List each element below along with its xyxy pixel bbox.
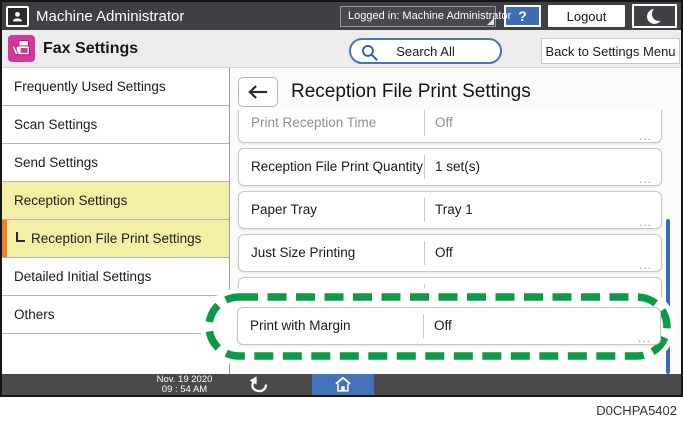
more-dots: ... bbox=[639, 131, 652, 141]
setting-row-paper-tray[interactable]: Paper Tray Tray 1 ... bbox=[238, 191, 662, 229]
user-icon-button[interactable] bbox=[6, 6, 29, 27]
row-divider bbox=[424, 155, 425, 179]
sidebar-item-others[interactable]: Others bbox=[2, 296, 229, 334]
dropdown-corner-icon bbox=[487, 18, 494, 25]
row-divider bbox=[424, 110, 425, 136]
search-all-button[interactable]: Search All bbox=[349, 38, 502, 64]
content-area: Frequently Used Settings Scan Settings S… bbox=[2, 68, 681, 374]
more-dots: ... bbox=[638, 333, 651, 343]
bottom-bar: Nov. 19 2020 09 : 54 AM bbox=[2, 374, 681, 395]
back-arrow-icon bbox=[247, 84, 269, 100]
setting-value: Off bbox=[435, 245, 453, 260]
row-divider bbox=[424, 241, 425, 265]
undo-arrow-icon bbox=[248, 376, 270, 394]
setting-value: 1 set(s) bbox=[435, 159, 480, 174]
search-icon bbox=[360, 43, 379, 62]
logout-button[interactable]: Logout bbox=[548, 5, 625, 27]
sidebar-item-detailed-initial-settings[interactable]: Detailed Initial Settings bbox=[2, 258, 229, 296]
setting-row-print-reception-time[interactable]: Print Reception Time Off ... bbox=[238, 110, 662, 143]
more-dots: ... bbox=[639, 260, 652, 270]
page-title: Reception File Print Settings bbox=[291, 81, 531, 103]
setting-value: Off bbox=[434, 318, 452, 333]
home-button[interactable] bbox=[312, 374, 374, 395]
sidebar-item-reception-settings[interactable]: Reception Settings bbox=[2, 182, 229, 220]
sidebar-item-reception-file-print-settings[interactable]: Reception File Print Settings bbox=[2, 220, 229, 258]
main-panel: Reception File Print Settings Print Rece… bbox=[230, 68, 681, 374]
sub-item-angle-icon bbox=[16, 232, 25, 242]
main-header: Reception File Print Settings bbox=[238, 77, 531, 107]
search-all-label: Search All bbox=[396, 44, 455, 59]
screenshot-page: Machine Administrator Logged in: Machine… bbox=[0, 0, 683, 427]
setting-label: Just Size Printing bbox=[251, 245, 355, 260]
setting-value: Off bbox=[435, 115, 453, 130]
back-navigation-button[interactable] bbox=[243, 374, 275, 395]
top-bar: Machine Administrator Logged in: Machine… bbox=[2, 2, 681, 30]
setting-row-just-size-printing[interactable]: Just Size Printing Off ... bbox=[238, 234, 662, 272]
back-button[interactable] bbox=[238, 77, 278, 107]
sidebar-sub-item-label: Reception File Print Settings bbox=[31, 231, 201, 246]
admin-user-label: Machine Administrator bbox=[36, 8, 184, 25]
row-divider bbox=[424, 198, 425, 222]
device-screen: Machine Administrator Logged in: Machine… bbox=[0, 0, 683, 397]
fax-settings-icon bbox=[8, 35, 35, 62]
person-icon bbox=[11, 10, 24, 23]
time-label: 09 : 54 AM bbox=[132, 385, 237, 395]
moon-icon bbox=[647, 9, 662, 24]
setting-label: Reception File Print Quantity bbox=[251, 159, 423, 174]
setting-row-print-with-margin[interactable]: Print with Margin Off ... bbox=[237, 307, 661, 345]
sidebar-item-frequently-used-settings[interactable]: Frequently Used Settings bbox=[2, 68, 229, 106]
figure-reference-code: D0CHPA5402 bbox=[596, 403, 677, 418]
setting-value: Tray 1 bbox=[435, 202, 473, 217]
row-divider bbox=[423, 314, 424, 338]
datetime-display: Nov. 19 2020 09 : 54 AM bbox=[132, 375, 237, 395]
more-dots: ... bbox=[639, 174, 652, 184]
help-label: ? bbox=[518, 8, 527, 24]
setting-row-reception-file-print-quantity[interactable]: Reception File Print Quantity 1 set(s) .… bbox=[238, 148, 662, 186]
sidebar-item-scan-settings[interactable]: Scan Settings bbox=[2, 106, 229, 144]
home-icon bbox=[334, 376, 352, 393]
more-dots: ... bbox=[639, 217, 652, 227]
app-title: Fax Settings bbox=[43, 40, 138, 58]
setting-label: Print Reception Time bbox=[251, 115, 376, 130]
setting-label: Print with Margin bbox=[250, 318, 351, 333]
logged-in-dropdown[interactable]: Logged in: Machine Administrator bbox=[340, 6, 496, 27]
sleep-mode-button[interactable] bbox=[632, 4, 677, 28]
sidebar-item-send-settings[interactable]: Send Settings bbox=[2, 144, 229, 182]
setting-label: Paper Tray bbox=[251, 202, 317, 217]
settings-sidebar: Frequently Used Settings Scan Settings S… bbox=[2, 68, 230, 374]
back-to-settings-menu-button[interactable]: Back to Settings Menu bbox=[541, 38, 680, 64]
